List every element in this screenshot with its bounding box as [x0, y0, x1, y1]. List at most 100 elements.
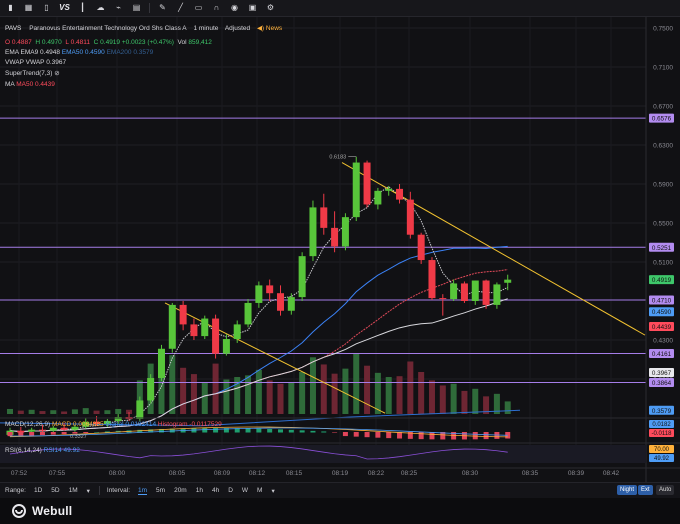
interval-20m[interactable]: 20m: [174, 487, 187, 494]
ma50-value: MA50 0.4439: [16, 81, 55, 88]
volume-bar: [353, 353, 360, 414]
trendline-lower: [164, 302, 386, 414]
draw-pen-icon[interactable]: ✎: [157, 3, 168, 14]
volume-bar: [407, 361, 414, 414]
eye-icon[interactable]: ◉: [229, 3, 240, 14]
range-1d[interactable]: 1D: [34, 487, 42, 494]
high-value: 0.4970: [41, 39, 62, 46]
news-icon[interactable]: ◀): [257, 25, 264, 32]
drawing-line-icon[interactable]: ╱: [175, 3, 186, 14]
rsi-label: RSI(6,14,24): [5, 447, 42, 454]
price-tag-label: 0.4919: [652, 277, 672, 284]
candle-body: [471, 280, 479, 301]
macd-histogram-bar: [202, 428, 208, 433]
time-tick-label: 08:25: [401, 470, 418, 477]
price-tag-label: 0.4710: [652, 298, 672, 305]
macd-legend[interactable]: MACD(12,26,9) MACD 0.0064885 Signal 0.01…: [5, 421, 222, 428]
bar-chart-icon[interactable]: ▮: [5, 3, 16, 14]
macd-tag-label: -0.0118: [652, 431, 673, 437]
compare-vs-button[interactable]: VS: [59, 3, 70, 14]
volume-bar: [255, 369, 262, 414]
change-value: +0.0023 (+0.47%): [121, 39, 174, 46]
range-5d[interactable]: 5D: [51, 487, 59, 494]
price-tag-label: 0.3967: [652, 370, 672, 377]
interval-label: Interval:: [106, 487, 131, 494]
close-value: 0.4919: [100, 39, 121, 46]
supertrend-legend[interactable]: SuperTrend(7,3) ⊘: [5, 69, 60, 78]
time-tick-label: 08:15: [286, 470, 303, 477]
macd-histogram-bar: [288, 429, 294, 433]
hidden-eye-icon[interactable]: ⊘: [54, 70, 59, 77]
camera-icon[interactable]: ▣: [247, 3, 258, 14]
adjust-label[interactable]: Adjusted: [225, 25, 250, 32]
candle-body: [298, 256, 306, 298]
night-toggle[interactable]: Night: [617, 485, 638, 495]
range-dropdown-icon[interactable]: ▾: [87, 487, 90, 495]
interval-1h[interactable]: 1h: [196, 487, 203, 494]
low-value: 0.4811: [70, 39, 91, 46]
time-tick-label: 08:30: [462, 470, 479, 477]
volume-bar: [212, 363, 219, 414]
candle-body: [190, 324, 198, 337]
auto-toggle[interactable]: Auto: [656, 485, 675, 495]
macd-histogram-bar: [7, 432, 13, 437]
volume-bar: [418, 372, 425, 414]
layout-grid-icon[interactable]: ▦: [23, 3, 34, 14]
volume-bar: [331, 373, 338, 414]
high-marker-label: 0.6183: [329, 155, 346, 161]
low-label: L: [65, 39, 69, 46]
interval-dropdown-icon[interactable]: ▾: [271, 487, 274, 495]
macd-histogram-bar: [418, 432, 424, 440]
macd-histogram-bar: [342, 432, 348, 437]
rsi-legend[interactable]: RSI(6,14,24) RSI14 49.92: [5, 447, 80, 454]
calendar-icon[interactable]: ▤: [131, 3, 142, 14]
interval-1m[interactable]: 1m: [138, 487, 148, 495]
macd-histogram-bar: [386, 432, 392, 439]
candle-body: [222, 339, 230, 354]
top-toolbar: ▮ ▦ ▯ VS ┃ ☁ ⌁ ▤ ✎ ╱ ▭ ∩ ◉ ▣ ⚙: [0, 0, 680, 17]
ruler-icon[interactable]: ▭: [193, 3, 204, 14]
brand-footer: Webull: [0, 498, 680, 524]
vwap-legend[interactable]: VWAP VWAP 0.3967: [5, 58, 66, 67]
indicator-icon[interactable]: ⌁: [113, 3, 124, 14]
interval-5m[interactable]: 5m: [156, 487, 165, 494]
volume-bar: [504, 401, 511, 414]
candle-body: [233, 324, 241, 340]
volume-bar: [28, 409, 35, 414]
interval-4h[interactable]: 4h: [212, 487, 219, 494]
ma-legend[interactable]: MA MA50 0.4439: [5, 80, 55, 89]
volume-bar: [93, 410, 100, 414]
cloud-icon[interactable]: ☁: [95, 3, 106, 14]
interval-m[interactable]: M: [257, 487, 262, 494]
candle-body: [374, 190, 382, 205]
candle-body: [482, 280, 490, 305]
macd-histogram-bar: [61, 432, 67, 435]
volume-bar: [71, 409, 78, 414]
macd-tag-label: 0.0182: [652, 422, 671, 428]
price-tick-label: 0.5100: [653, 260, 673, 267]
news-link[interactable]: News: [266, 25, 282, 32]
candle-body: [201, 318, 209, 337]
close-label: C: [93, 39, 99, 46]
settings-icon[interactable]: ⚙: [265, 3, 276, 14]
candle-body: [38, 429, 46, 431]
split-view-icon[interactable]: ▯: [41, 3, 52, 14]
candle-body: [460, 283, 468, 301]
ext-toggle[interactable]: Ext: [638, 485, 653, 495]
ema-legend[interactable]: EMA EMA9 0.4948 EMA50 0.4590 EMA200 0.35…: [5, 48, 153, 57]
volume-bar: [342, 368, 349, 414]
candle-style-icon[interactable]: ┃: [77, 3, 88, 14]
range-1m[interactable]: 1M: [69, 487, 78, 494]
interval-d[interactable]: D: [228, 487, 233, 494]
price-chart[interactable]: 0.7500 0.7100 0.6700 0.6300 0.5900 0.5500 0.51…: [0, 17, 680, 482]
open-value: 0.4887: [11, 39, 32, 46]
time-tick-label: 08:19: [332, 470, 349, 477]
interval-w[interactable]: W: [242, 487, 248, 494]
macd-histogram-bar: [267, 428, 273, 433]
volume-bar: [309, 357, 316, 414]
candle-body: [493, 284, 501, 305]
candle-body: [352, 162, 360, 218]
price-tick-label: 0.6300: [653, 143, 673, 150]
magnet-icon[interactable]: ∩: [211, 3, 222, 14]
volume-bar: [472, 388, 479, 414]
